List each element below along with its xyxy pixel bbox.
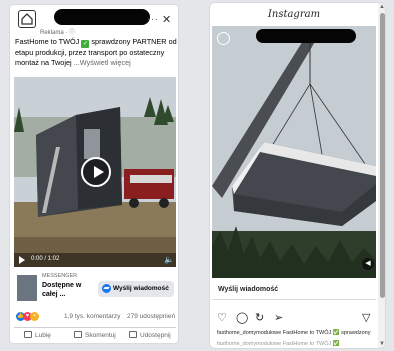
send-message-label: Wyślij wiadomość — [113, 285, 169, 292]
close-icon[interactable]: ✕ — [162, 13, 171, 26]
instagram-caption-faded: fasthome_domymodulowe FastHome to TWÓJ ✅ — [217, 341, 340, 347]
crane-lifting-house-scene — [212, 26, 376, 278]
instagram-media[interactable]: ◀ — [212, 26, 376, 278]
video-controls-bar: 0:00 / 1:02 🔈 — [14, 253, 176, 267]
wow-reaction-icon: • — [30, 312, 39, 321]
scrollbar-thumb[interactable] — [380, 13, 385, 298]
reactions-row: 👍 ♥ • 1,9 tys. komentarzy 279 udostępnie… — [14, 311, 176, 323]
post-text: FastHome to TWÓJ ✓ sprawdzony PARTNER od… — [15, 37, 177, 68]
redacted-account-name — [256, 29, 356, 43]
scrollbar[interactable]: ▲ ▼ — [378, 3, 385, 348]
comment-icon — [74, 331, 82, 338]
instagram-actions: ♡ ◯ ↻ ➢ ▽ — [212, 311, 376, 327]
repost-icon[interactable]: ↻ — [255, 311, 264, 325]
like-label: Lubię — [35, 332, 51, 339]
heart-icon[interactable]: ♡ — [217, 311, 227, 325]
facebook-post-header: Reklama · ⓘ ··· ✕ — [10, 5, 178, 36]
comment-icon[interactable]: ◯ — [236, 311, 248, 325]
instagram-logo-text: Instagram — [267, 9, 321, 20]
fasthome-logo[interactable] — [18, 10, 36, 28]
see-more-link[interactable]: ...Wyświetl więcej — [74, 58, 131, 67]
scroll-up-icon[interactable]: ▲ — [379, 4, 385, 10]
bookmark-icon[interactable]: ▽ — [362, 311, 370, 325]
instagram-ad-card: Instagram ◀ Wyślij wiadomość ♡ ◯ ↻ ➢ ▽ f… — [209, 2, 386, 349]
instagram-cta[interactable]: Wyślij wiadomość — [212, 280, 376, 300]
like-button[interactable]: Lubię — [24, 331, 51, 339]
redacted-page-name — [54, 9, 150, 25]
share-label: Udostępnij — [140, 332, 171, 339]
comment-button[interactable]: Skomentuj — [74, 331, 116, 339]
volume-icon[interactable]: 🔈 — [164, 255, 174, 264]
comment-label: Skomentuj — [85, 332, 116, 339]
messenger-cta: MESSENGER Dostępne w całej ... Wyślij wi… — [14, 271, 176, 307]
video-time: 0:00 / 1:02 — [31, 256, 60, 262]
comment-count[interactable]: 1,9 tys. komentarzy — [64, 313, 120, 320]
scroll-down-icon[interactable]: ▼ — [379, 341, 385, 347]
video-player[interactable]: 0:00 / 1:02 🔈 — [14, 77, 176, 267]
send-icon[interactable]: ➢ — [274, 311, 283, 325]
send-message-button[interactable]: Wyślij wiadomość — [98, 281, 174, 297]
post-actions: Lubię Skomentuj Udostępnij — [14, 327, 176, 341]
send-message-label: Wyślij wiadomość — [218, 286, 279, 293]
small-play-icon[interactable] — [19, 256, 25, 264]
instagram-caption: fasthome_domymodulowe FastHome to TWÓJ ✅… — [217, 330, 371, 336]
facebook-ad-card: Reklama · ⓘ ··· ✕ FastHome to TWÓJ ✓ spr… — [9, 4, 179, 344]
screenshot-stage: Reklama · ⓘ ··· ✕ FastHome to TWÓJ ✓ spr… — [0, 0, 394, 351]
messenger-icon — [102, 284, 111, 293]
play-button[interactable] — [81, 157, 111, 187]
cta-thumbnail — [17, 275, 37, 301]
post-text-part-1: FastHome to TWÓJ — [15, 37, 80, 46]
instagram-avatar[interactable] — [217, 32, 230, 45]
share-icon — [129, 331, 137, 338]
cta-title: Dostępne w całej ... — [42, 282, 82, 298]
share-button[interactable]: Udostępnij — [129, 331, 171, 339]
thumbs-up-icon — [24, 331, 32, 338]
share-count[interactable]: 279 udostępnień — [127, 313, 175, 320]
cta-site-label: MESSENGER — [42, 273, 78, 279]
volume-icon[interactable]: ◀ — [362, 258, 374, 270]
sponsored-label: Reklama · ⓘ — [40, 30, 76, 36]
check-mark-icon: ✓ — [81, 40, 90, 48]
more-options-icon[interactable]: ··· — [147, 14, 159, 25]
